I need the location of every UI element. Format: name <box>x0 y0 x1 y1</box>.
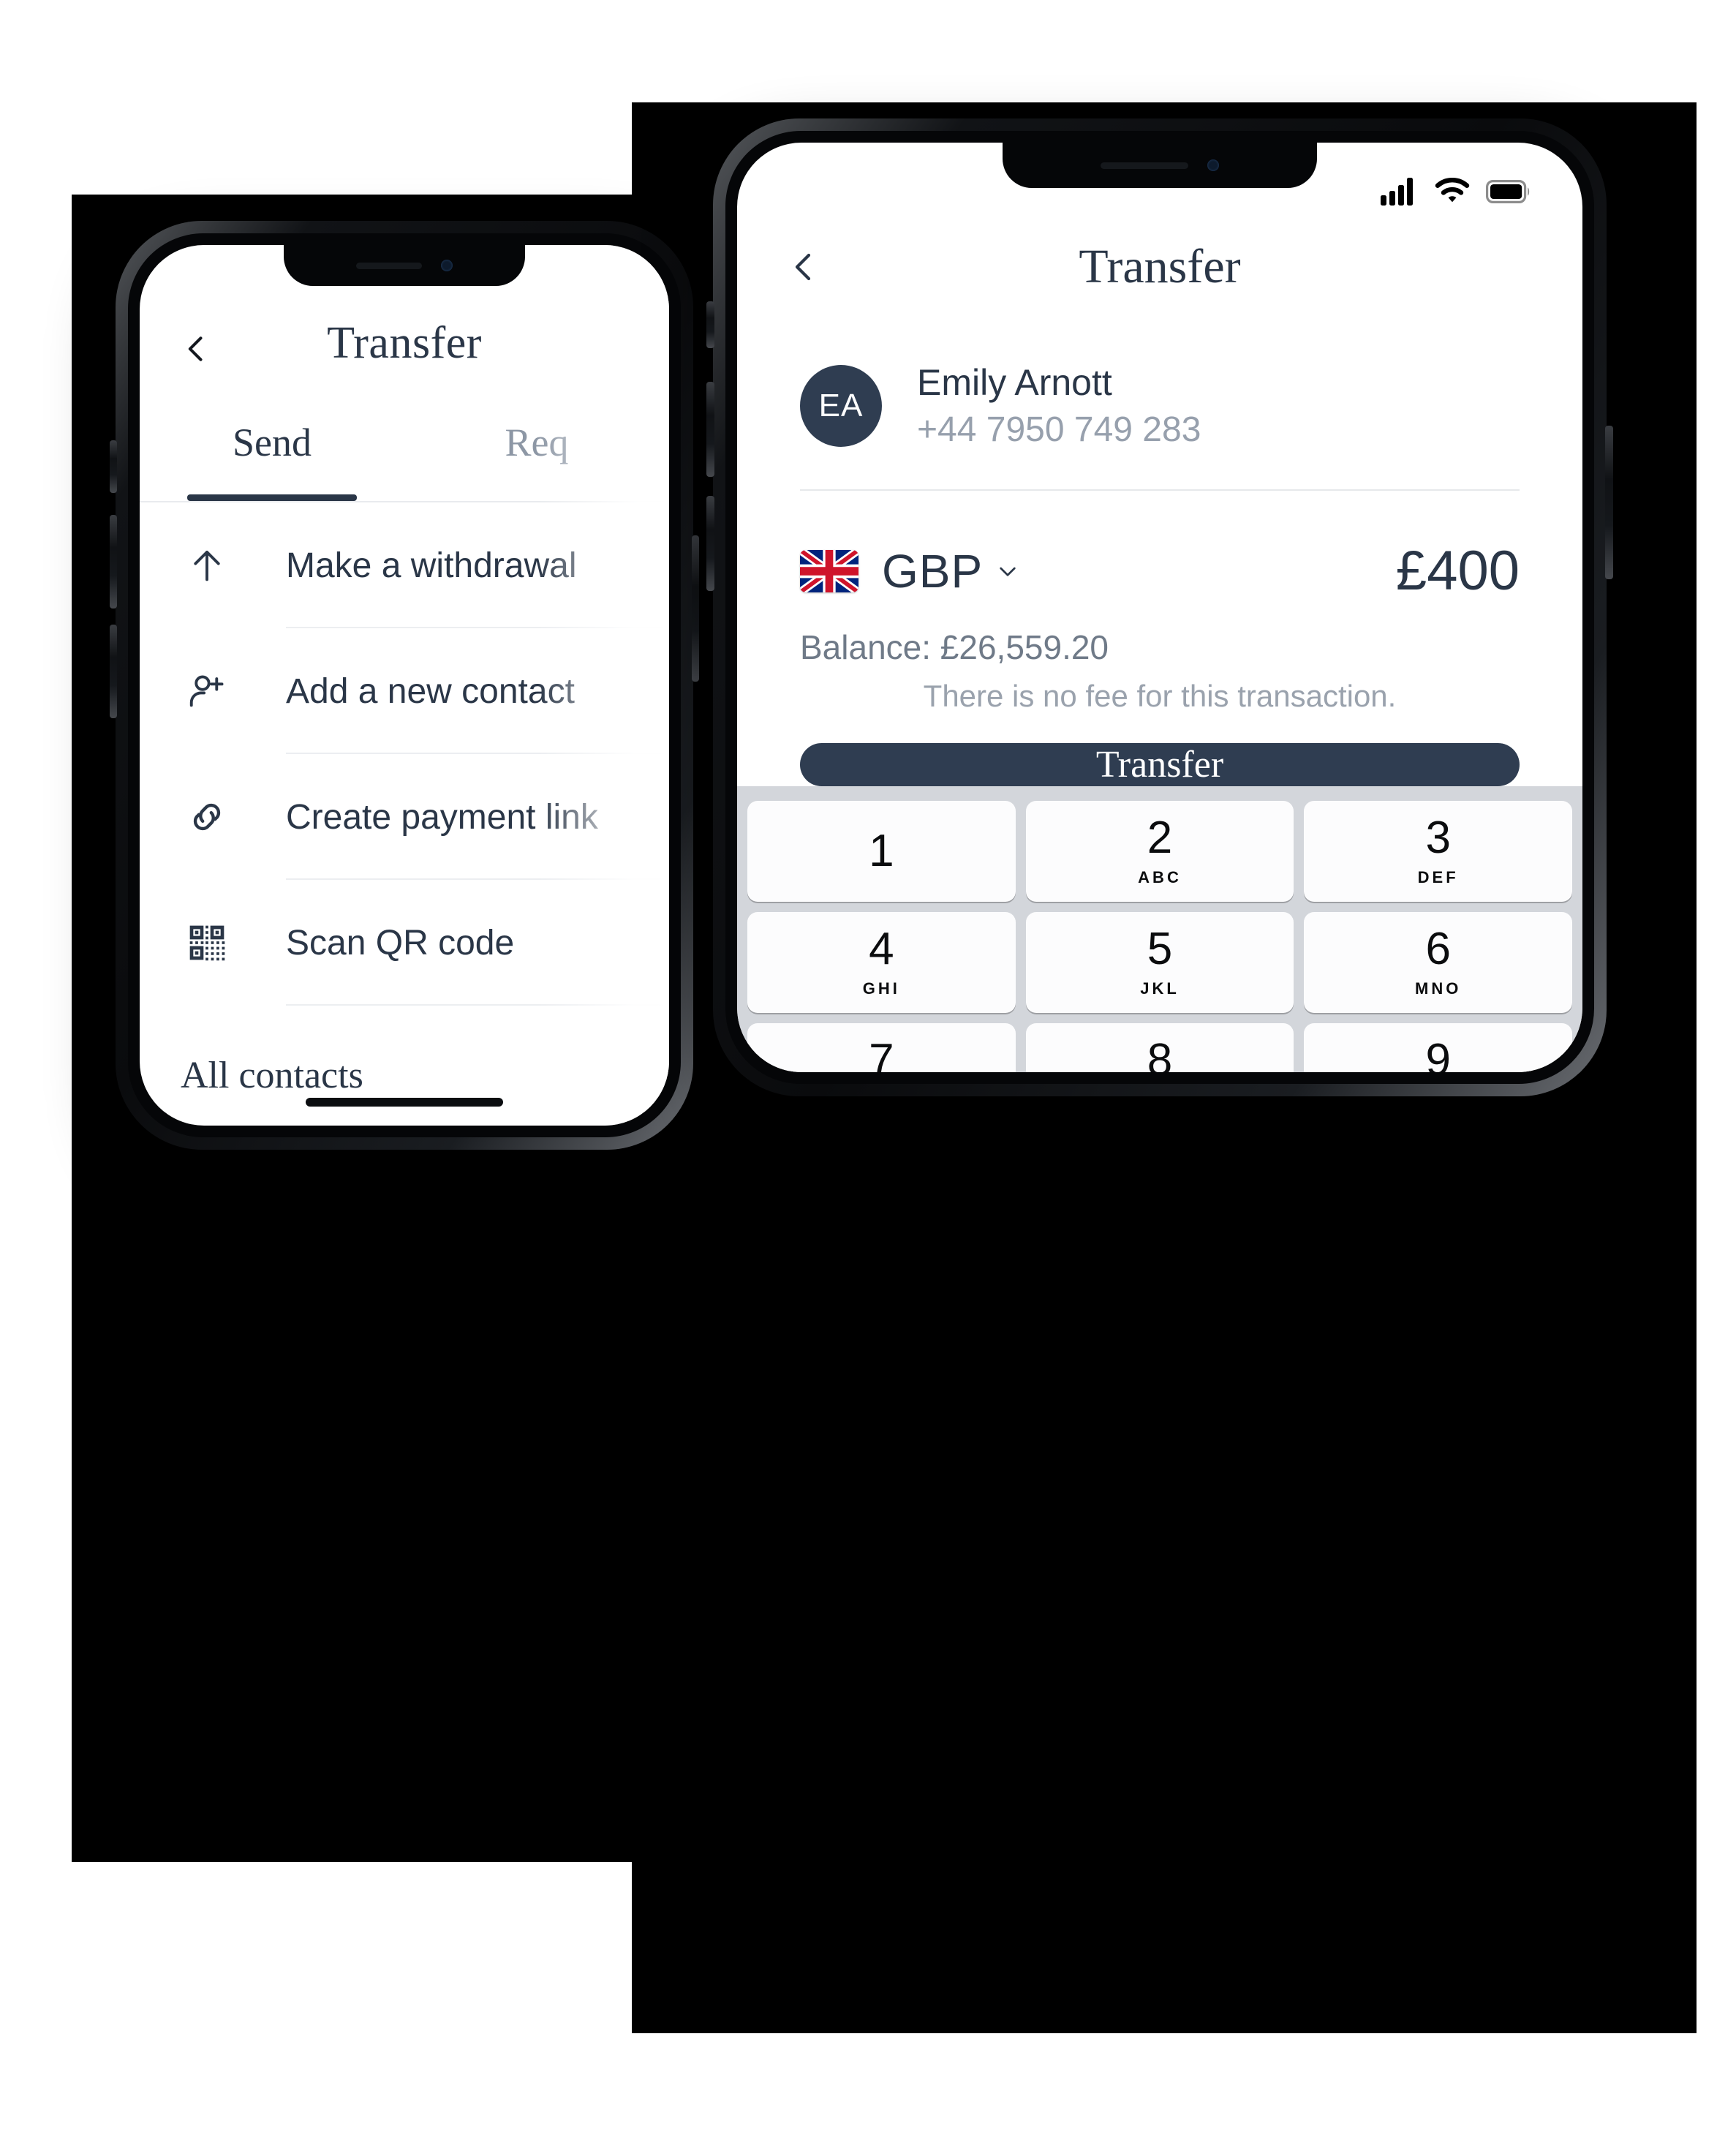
menu-item-add-a-new-contact[interactable]: Add a new contact <box>140 628 669 754</box>
person-add-icon <box>181 665 233 717</box>
send-actions-list: Make a withdrawal Add a new contact Crea… <box>140 502 669 1006</box>
amount-value[interactable]: £400 <box>1396 539 1520 603</box>
numeric-keypad: 1 2 ABC 3 DEF 4 GHI 5 JKL 6 MNO 7 8 9 <box>737 786 1582 1072</box>
key-letters: JKL <box>1140 979 1180 998</box>
key-digit: 8 <box>1147 1035 1173 1072</box>
screenshot-canvas: Transfer Send Req Make a withdrawal Add … <box>0 0 1736 2140</box>
earpiece-speaker-icon <box>1101 162 1188 169</box>
front-phone-body: EA Emily Arnott +44 7950 749 283 GBP £40… <box>737 315 1582 1072</box>
power-button-front[interactable] <box>1605 426 1613 579</box>
key-6[interactable]: 6 MNO <box>1304 912 1573 1014</box>
tab-request-label: Req <box>505 421 569 464</box>
key-letters: DEF <box>1417 868 1459 887</box>
tab-request[interactable]: Req <box>404 384 669 501</box>
key-digit: 7 <box>869 1035 894 1072</box>
menu-item-create-payment-link[interactable]: Create payment link <box>140 754 669 880</box>
key-2[interactable]: 2 ABC <box>1025 801 1294 903</box>
volume-up-front[interactable] <box>706 382 714 477</box>
front-camera-icon <box>1207 159 1219 171</box>
home-indicator[interactable] <box>306 1098 503 1107</box>
phone-bezel-back: Transfer Send Req Make a withdrawal Add … <box>128 233 681 1137</box>
menu-item-label: Scan QR code <box>286 923 515 962</box>
fee-note: There is no fee for this transaction. <box>923 679 1397 714</box>
volume-down-front[interactable] <box>706 496 714 591</box>
tab-send-label: Send <box>233 421 312 464</box>
menu-item-label: Make a withdrawal <box>286 546 577 585</box>
balance-label: Balance: £26,559.20 <box>800 628 1109 667</box>
notch-front <box>1003 143 1317 188</box>
key-9[interactable]: 9 WXYZ <box>1304 1023 1573 1072</box>
wifi-icon <box>1435 178 1470 206</box>
currency-amount-row: GBP £400 <box>737 491 1582 603</box>
keypad-row: 1 2 ABC 3 DEF <box>747 801 1573 903</box>
key-digit: 9 <box>1425 1035 1451 1072</box>
keypad-row: 4 GHI 5 JKL 6 MNO <box>747 912 1573 1014</box>
key-digit: 3 <box>1425 813 1451 864</box>
key-letters: ABC <box>1138 868 1182 887</box>
key-digit: 1 <box>869 826 894 877</box>
arrow-up-icon <box>181 539 233 592</box>
key-digit: 2 <box>1147 813 1173 864</box>
key-letters: GHI <box>862 979 900 998</box>
key-5[interactable]: 5 JKL <box>1025 912 1294 1014</box>
screen-front: Transfer EA Emily Arnott +44 7950 749 28… <box>737 143 1582 1072</box>
menu-item-label: Add a new contact <box>286 671 575 711</box>
notch-back <box>284 245 525 286</box>
earpiece-speaker-icon <box>356 262 422 269</box>
recipient-row[interactable]: EA Emily Arnott +44 7950 749 283 <box>737 315 1520 491</box>
key-letters: MNO <box>1415 979 1462 998</box>
silent-switch-front[interactable] <box>706 301 714 348</box>
currency-code[interactable]: GBP <box>882 544 983 598</box>
key-3[interactable]: 3 DEF <box>1304 801 1573 903</box>
volume-down-back[interactable] <box>110 625 117 718</box>
front-phone-header: Transfer <box>737 219 1582 315</box>
key-4[interactable]: 4 GHI <box>747 912 1016 1014</box>
page-title: Transfer <box>1079 240 1241 293</box>
key-digit: 4 <box>869 924 894 975</box>
chevron-left-icon[interactable] <box>181 333 213 365</box>
volume-up-back[interactable] <box>110 515 117 609</box>
transfer-button[interactable]: Transfer <box>800 743 1520 787</box>
menu-item-make-a-withdrawal[interactable]: Make a withdrawal <box>140 502 669 628</box>
battery-full-icon <box>1486 180 1531 203</box>
recipient-name: Emily Arnott <box>917 362 1112 403</box>
front-camera-icon <box>441 260 453 271</box>
qr-code-icon <box>181 916 233 969</box>
key-1[interactable]: 1 <box>747 801 1016 903</box>
screen-back: Transfer Send Req Make a withdrawal Add … <box>140 245 669 1126</box>
recipient-details: Emily Arnott +44 7950 749 283 <box>917 359 1201 453</box>
menu-item-label: Create payment link <box>286 797 598 837</box>
power-button-back[interactable] <box>692 535 699 682</box>
volume-buttons-back[interactable] <box>110 440 117 493</box>
key-digit: 5 <box>1147 924 1173 975</box>
phone-bezel-front: Transfer EA Emily Arnott +44 7950 749 28… <box>725 131 1594 1084</box>
key-digit: 6 <box>1425 924 1451 975</box>
chevron-down-icon[interactable] <box>996 560 1019 583</box>
phone-device-front: Transfer EA Emily Arnott +44 7950 749 28… <box>706 118 1613 1096</box>
contacts-section-heading: All contacts <box>181 1055 363 1096</box>
keypad-row: 7 PQRS 8 TUV 9 WXYZ <box>747 1023 1573 1072</box>
uk-flag-icon <box>800 549 858 592</box>
key-8[interactable]: 8 TUV <box>1025 1023 1294 1072</box>
chevron-left-icon[interactable] <box>787 249 822 285</box>
avatar: EA <box>800 365 882 448</box>
menu-item-scan-qr-code[interactable]: Scan QR code <box>140 880 669 1006</box>
transfer-tabs: Send Req <box>140 384 669 501</box>
contact-list-item[interactable]: DA Deb Addison +44 7823 256 783 <box>140 1125 669 1126</box>
link-icon <box>181 791 233 843</box>
phone-device-back: Transfer Send Req Make a withdrawal Add … <box>110 221 699 1150</box>
cellular-signal-icon <box>1381 178 1419 206</box>
tab-send[interactable]: Send <box>140 384 404 501</box>
page-title: Transfer <box>327 318 482 368</box>
recipient-phone: +44 7950 749 283 <box>917 410 1201 449</box>
key-7[interactable]: 7 PQRS <box>747 1023 1016 1072</box>
